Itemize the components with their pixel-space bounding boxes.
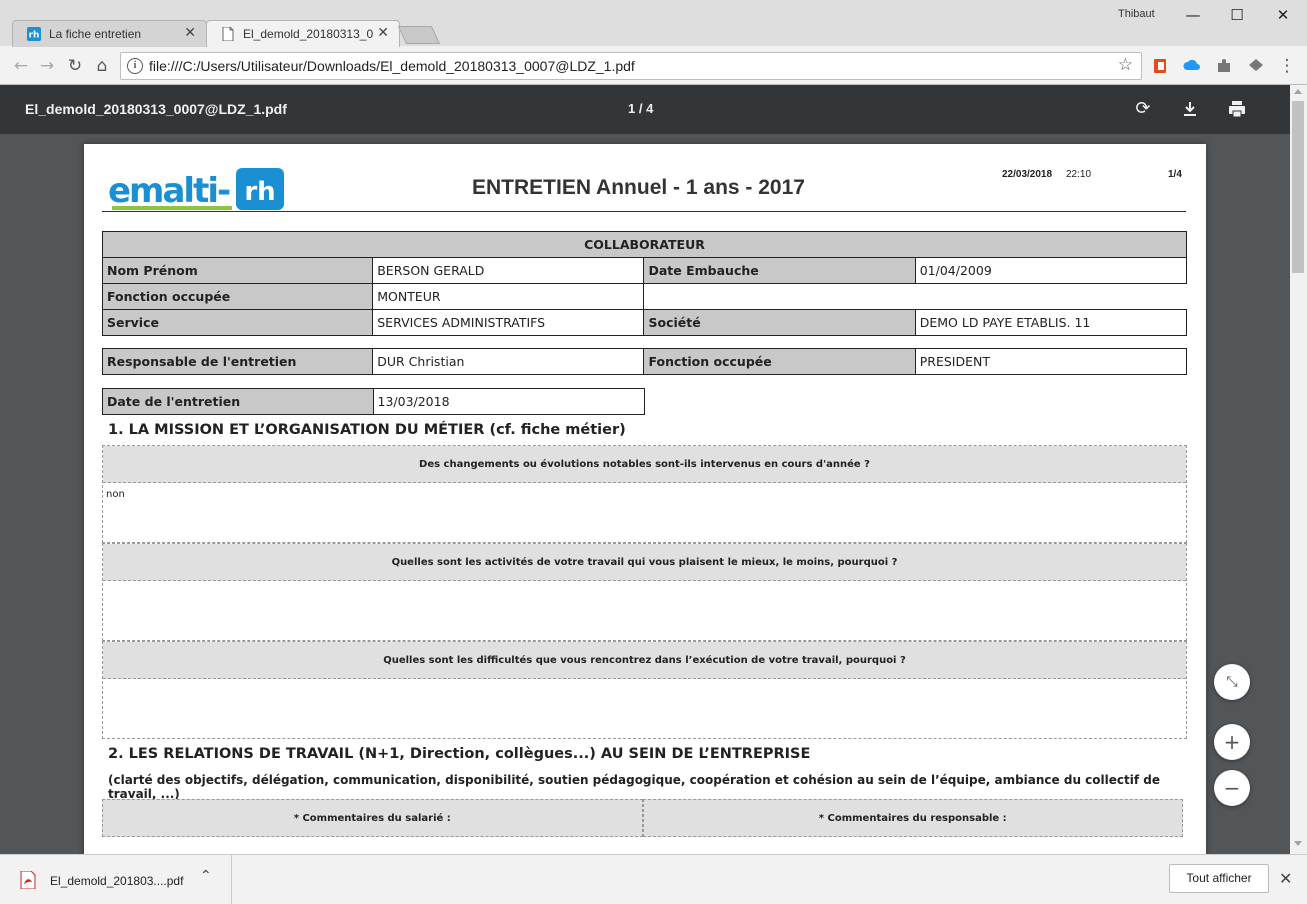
- pdf-viewport[interactable]: emalti- rh ENTRETIEN Annuel - 1 ans - 20…: [0, 134, 1290, 854]
- question-block: Quelles sont les difficultés que vous re…: [102, 641, 1187, 739]
- scroll-up-arrow-icon[interactable]: [1294, 89, 1302, 94]
- layers-extension-icon[interactable]: [1247, 57, 1265, 75]
- responsable-label: Responsable de l'entretien: [101, 348, 374, 375]
- question-header: Des changements ou évolutions notables s…: [103, 446, 1186, 483]
- document-page-number: 1/4: [1168, 169, 1182, 180]
- office-extension-icon[interactable]: [1151, 57, 1169, 75]
- responsable-table: Responsable de l'entretien DUR Christian…: [101, 348, 1188, 375]
- svg-text:rh: rh: [244, 177, 275, 207]
- close-window-button[interactable]: ✕: [1268, 4, 1298, 26]
- cloud-extension-icon[interactable]: [1183, 57, 1201, 75]
- minimize-button[interactable]: —: [1178, 4, 1208, 26]
- tab-fiche-entretien[interactable]: rh La fiche entretien ✕: [12, 20, 207, 47]
- url-text[interactable]: file:///C:/Users/Utilisateur/Downloads/E…: [149, 58, 635, 74]
- comments-header-row: * Commentaires du salarié : * Commentair…: [102, 799, 1183, 837]
- vertical-scrollbar[interactable]: [1290, 85, 1307, 854]
- scroll-down-arrow-icon[interactable]: [1294, 841, 1302, 846]
- page-indicator[interactable]: 1 / 4: [628, 101, 653, 116]
- question-block: Des changements ou évolutions notables s…: [102, 445, 1187, 543]
- title-bar: rh La fiche entretien ✕ El_demold_201803…: [0, 0, 1307, 47]
- document-title: ENTRETIEN Annuel - 1 ans - 2017: [472, 176, 805, 199]
- tab-close-icon[interactable]: ✕: [184, 25, 196, 41]
- societe-value: DEMO LD PAYE ETABLIS. 11: [914, 309, 1188, 336]
- tab-label: El_demold_20180313_0007@: [243, 27, 373, 41]
- print-time: 22:10: [1066, 169, 1092, 180]
- responsable-fonction-value: PRESIDENT: [914, 348, 1188, 375]
- pdf-file-icon: [20, 871, 36, 889]
- svg-text:rh: rh: [29, 31, 40, 41]
- browser-toolbar: ← → ↻ ⌂ i file:///C:/Users/Utilisateur/D…: [0, 47, 1307, 85]
- fonction-value: MONTEUR: [372, 283, 645, 310]
- back-arrow-icon[interactable]: ←: [10, 55, 32, 77]
- rotate-icon[interactable]: ⟳: [1132, 98, 1154, 120]
- new-tab-button[interactable]: [397, 26, 441, 44]
- question-header: Quelles sont les difficultés que vous re…: [103, 642, 1186, 679]
- collaborateur-header: COLLABORATEUR: [102, 231, 1187, 258]
- document-icon: [222, 27, 234, 41]
- home-icon[interactable]: ⌂: [91, 55, 113, 77]
- question-header: Quelles sont les activités de votre trav…: [103, 544, 1186, 581]
- societe-label: Société: [643, 309, 916, 336]
- puzzle-extension-icon[interactable]: [1215, 57, 1233, 75]
- svg-text:emalti-: emalti-: [108, 171, 230, 211]
- browser-chrome: rh La fiche entretien ✕ El_demold_201803…: [0, 0, 1307, 85]
- section2-title: 2. LES RELATIONS DE TRAVAIL (N+1, Direct…: [108, 746, 811, 762]
- profile-name[interactable]: Thibaut: [1118, 8, 1155, 20]
- forward-arrow-icon[interactable]: →: [36, 55, 58, 77]
- section2-subtitle: (clarté des objectifs, délégation, commu…: [108, 773, 1160, 799]
- chevron-up-icon[interactable]: ⌃: [200, 868, 212, 884]
- tab-label: La fiche entretien: [49, 27, 142, 41]
- show-all-button[interactable]: Tout afficher: [1169, 864, 1269, 893]
- close-icon[interactable]: ✕: [1279, 869, 1292, 888]
- service-label: Service: [101, 309, 374, 336]
- pdf-filename: El_demold_20180313_0007@LDZ_1.pdf: [25, 101, 287, 117]
- answer-text: [103, 679, 1186, 738]
- comment-salarie-header: * Commentaires du salarié :: [102, 799, 643, 837]
- nom-value: BERSON GERALD: [372, 257, 645, 284]
- header-divider: [102, 211, 1186, 212]
- info-icon[interactable]: i: [127, 58, 143, 74]
- date-entretien-value: 13/03/2018: [372, 388, 645, 415]
- responsable-value: DUR Christian: [372, 348, 645, 375]
- responsable-fonction-label: Fonction occupée: [643, 348, 916, 375]
- fit-page-button[interactable]: ⤡: [1214, 664, 1250, 700]
- nom-label: Nom Prénom: [101, 257, 374, 284]
- question-block: Quelles sont les activités de votre trav…: [102, 543, 1187, 641]
- print-date: 22/03/2018: [1002, 169, 1053, 180]
- download-bar: El_demold_201803....pdf ⌃ Tout afficher …: [0, 854, 1307, 904]
- answer-text: [103, 581, 1186, 640]
- tab-close-icon[interactable]: ✕: [377, 25, 389, 41]
- reload-icon[interactable]: ↻: [64, 55, 86, 77]
- section1-title: 1. LA MISSION ET L’ORGANISATION DU MÉTIE…: [108, 422, 626, 438]
- emalti-rh-logo: emalti- rh: [108, 168, 284, 211]
- maximize-button[interactable]: ☐: [1222, 4, 1252, 26]
- zoom-in-button[interactable]: +: [1214, 724, 1250, 760]
- zoom-out-button[interactable]: −: [1214, 770, 1250, 806]
- date-entretien-label: Date de l'entretien: [102, 388, 374, 415]
- service-value: SERVICES ADMINISTRATIFS: [372, 309, 645, 336]
- fonction-label: Fonction occupée: [101, 283, 374, 310]
- embauche-value: 01/04/2009: [914, 257, 1188, 284]
- print-icon[interactable]: [1226, 98, 1248, 120]
- tab-pdf[interactable]: El_demold_20180313_0007@ ✕: [206, 20, 400, 47]
- embauche-label: Date Embauche: [643, 257, 916, 284]
- download-filename[interactable]: El_demold_201803....pdf: [50, 874, 183, 888]
- collaborateur-table: COLLABORATEUR Nom Prénom BERSON GERALD D…: [101, 231, 1188, 336]
- address-bar[interactable]: i file:///C:/Users/Utilisateur/Downloads…: [120, 52, 1142, 80]
- download-item[interactable]: El_demold_201803....pdf ⌃: [0, 855, 232, 904]
- rh-favicon-icon: rh: [27, 27, 41, 41]
- date-entretien-table: Date de l'entretien 13/03/2018: [102, 388, 645, 415]
- pdf-page: emalti- rh ENTRETIEN Annuel - 1 ans - 20…: [84, 144, 1206, 854]
- menu-kebab-icon[interactable]: ⋮: [1276, 55, 1298, 77]
- pdf-toolbar: El_demold_20180313_0007@LDZ_1.pdf 1 / 4 …: [0, 85, 1307, 134]
- scrollbar-thumb[interactable]: [1292, 101, 1304, 273]
- bookmark-star-icon[interactable]: ☆: [1118, 55, 1133, 75]
- comment-responsable-header: * Commentaires du responsable :: [642, 799, 1183, 837]
- answer-text: non: [106, 489, 125, 500]
- empty-cell: [643, 283, 1187, 310]
- download-icon[interactable]: [1179, 98, 1201, 120]
